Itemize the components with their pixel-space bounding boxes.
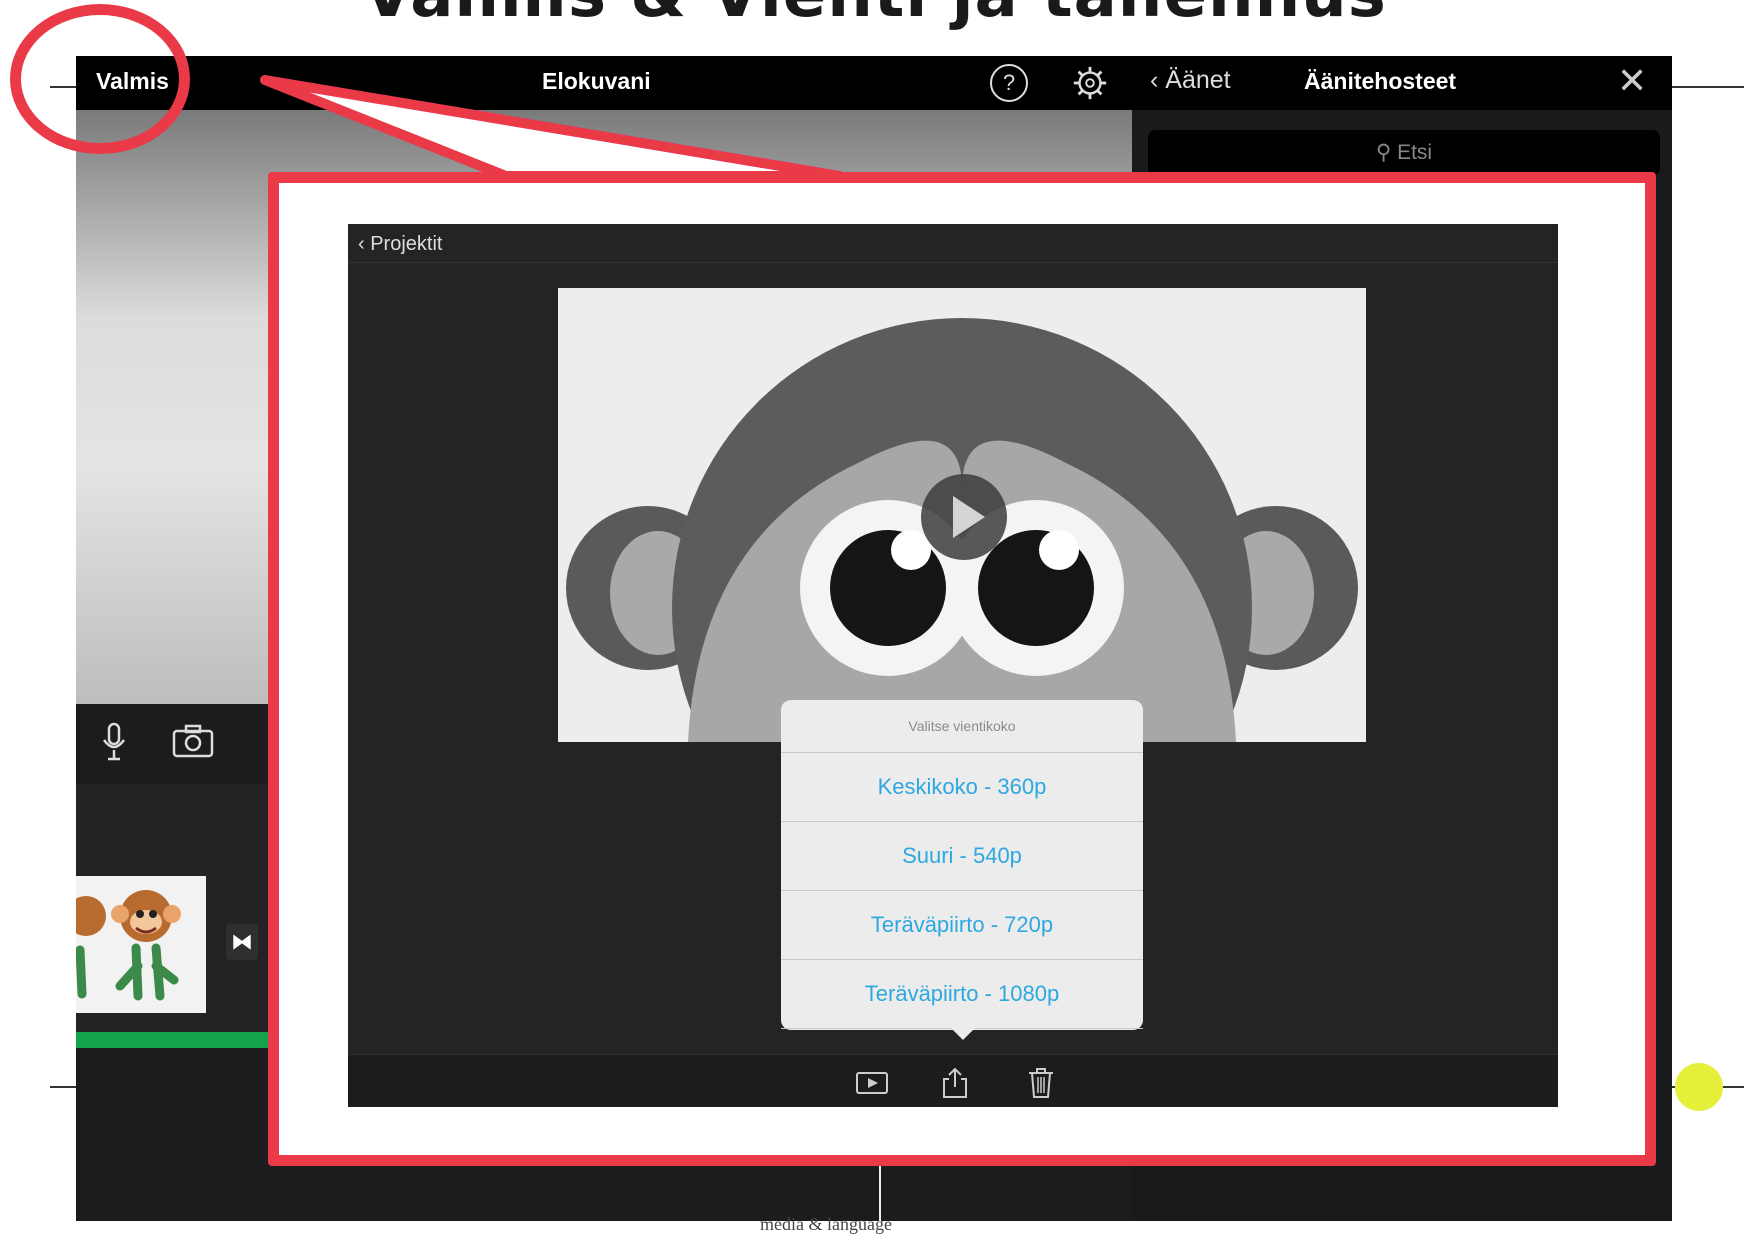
pointer-marker <box>1675 1063 1723 1111</box>
search-field[interactable]: ⚲ Etsi <box>1148 130 1660 176</box>
transition-icon[interactable]: ⧓ <box>226 924 258 960</box>
project-preview-screen: ‹ Projektit Valitse vientikoko Keskikoko… <box>348 224 1558 1107</box>
export-option-1080p[interactable]: Teräväpiirto - 1080p <box>781 960 1143 1029</box>
close-icon[interactable]: ✕ <box>1617 60 1647 102</box>
search-placeholder: Etsi <box>1397 141 1433 164</box>
header-divider <box>348 262 1558 263</box>
microphone-icon[interactable] <box>100 722 128 762</box>
projects-back-button[interactable]: ‹ Projektit <box>358 224 442 264</box>
project-action-bar <box>348 1054 1558 1107</box>
divider-line-top-right <box>1672 86 1744 88</box>
trash-icon[interactable] <box>1024 1067 1058 1099</box>
settings-gear-icon[interactable] <box>1071 64 1109 102</box>
export-option-540p[interactable]: Suuri - 540p <box>781 822 1143 891</box>
monkey-clip-image <box>76 890 181 1001</box>
play-button[interactable] <box>921 474 1007 560</box>
video-clip-thumbnail[interactable] <box>76 876 206 1013</box>
back-to-audio-button[interactable]: ‹ Äänet <box>1150 66 1231 95</box>
export-option-360p[interactable]: Keskikoko - 360p <box>781 753 1143 822</box>
menu-pointer-arrow <box>951 1028 975 1040</box>
play-preview-icon[interactable] <box>855 1067 889 1099</box>
project-title: Elokuvani <box>542 68 651 94</box>
camera-icon[interactable] <box>172 724 214 758</box>
slide-title: Valmis & Vienti ja tallennus <box>0 0 1750 32</box>
sound-effects-title: Äänitehosteet <box>1304 68 1457 94</box>
projects-label: Projektit <box>370 233 443 255</box>
share-icon[interactable] <box>938 1067 972 1099</box>
help-icon[interactable]: ? <box>990 64 1028 102</box>
highlight-circle <box>10 4 190 154</box>
export-option-720p[interactable]: Teräväpiirto - 720p <box>781 891 1143 960</box>
export-menu-title: Valitse vientikoko <box>781 700 1143 753</box>
export-size-menu: Valitse vientikoko Keskikoko - 360p Suur… <box>781 700 1143 1040</box>
play-icon <box>953 496 985 538</box>
footer-text: media & language <box>760 1214 892 1234</box>
back-label: Äänet <box>1165 66 1231 94</box>
sound-effects-header: ‹ Äänet Äänitehosteet ✕ <box>1132 56 1672 110</box>
